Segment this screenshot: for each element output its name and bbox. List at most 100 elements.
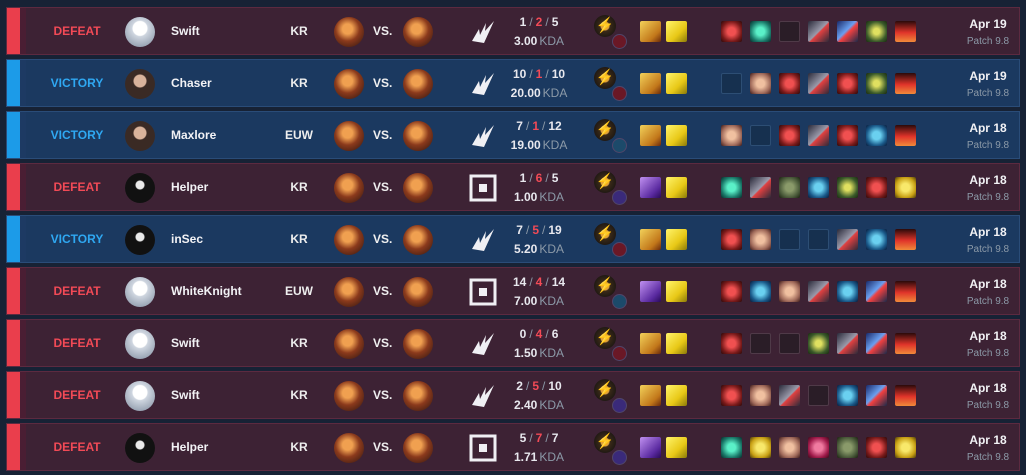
item-icon[interactable] <box>779 281 800 302</box>
summoner-spell-2-icon[interactable] <box>666 333 687 354</box>
match-row[interactable]: VICTORY Maxlore EUW VS. 7/1/12 19.00 KDA … <box>6 111 1020 159</box>
summoner-spell-1-icon[interactable] <box>640 73 661 94</box>
secondary-rune-tree-icon[interactable] <box>612 34 627 49</box>
player-avatar[interactable] <box>125 277 155 307</box>
opponent-champion-icon[interactable] <box>403 277 433 307</box>
summoner-spell-1-icon[interactable] <box>640 333 661 354</box>
secondary-rune-tree-icon[interactable] <box>612 86 627 101</box>
keystone-rune-icon[interactable]: ⚡ <box>594 327 616 349</box>
item-icon[interactable] <box>750 177 771 198</box>
summoner-spell-2-icon[interactable] <box>666 437 687 458</box>
played-champion-icon[interactable] <box>334 277 364 307</box>
player-avatar[interactable] <box>125 173 155 203</box>
match-row[interactable]: DEFEAT Swift KR VS. 1/2/5 3.00 KDA ⚡ Apr … <box>6 7 1020 55</box>
item-icon[interactable] <box>721 125 742 146</box>
item-icon[interactable] <box>866 21 887 42</box>
item-icon[interactable] <box>837 333 858 354</box>
secondary-rune-tree-icon[interactable] <box>612 190 627 205</box>
player-avatar[interactable] <box>125 69 155 99</box>
item-icon[interactable] <box>866 177 887 198</box>
item-icon[interactable] <box>866 281 887 302</box>
player-avatar[interactable] <box>125 17 155 47</box>
item-icon[interactable] <box>750 437 771 458</box>
item-icon[interactable] <box>750 281 771 302</box>
keystone-rune-icon[interactable]: ⚡ <box>594 379 616 401</box>
item-icon[interactable] <box>750 229 771 250</box>
item-icon[interactable] <box>721 229 742 250</box>
played-champion-icon[interactable] <box>334 121 364 151</box>
player-avatar[interactable] <box>125 329 155 359</box>
keystone-rune-icon[interactable]: ⚡ <box>594 223 616 245</box>
opponent-champion-icon[interactable] <box>403 17 433 47</box>
summoner-spell-2-icon[interactable] <box>666 73 687 94</box>
player-name[interactable]: inSec <box>171 216 203 262</box>
summoner-spell-2-icon[interactable] <box>666 229 687 250</box>
empty-item-slot[interactable] <box>779 333 800 354</box>
match-row[interactable]: DEFEAT Helper KR VS. 1/6/5 1.00 KDA ⚡ Apr… <box>6 163 1020 211</box>
item-icon[interactable] <box>779 385 800 406</box>
opponent-champion-icon[interactable] <box>403 225 433 255</box>
player-name[interactable]: WhiteKnight <box>171 268 242 314</box>
item-icon[interactable] <box>721 281 742 302</box>
player-name[interactable]: Swift <box>171 320 200 366</box>
item-icon[interactable] <box>808 333 829 354</box>
summoner-spell-2-icon[interactable] <box>666 125 687 146</box>
keystone-rune-icon[interactable]: ⚡ <box>594 119 616 141</box>
secondary-rune-tree-icon[interactable] <box>612 138 627 153</box>
player-avatar[interactable] <box>125 225 155 255</box>
played-champion-icon[interactable] <box>334 381 364 411</box>
player-name[interactable]: Maxlore <box>171 112 216 158</box>
item-icon[interactable] <box>808 73 829 94</box>
summoner-spell-2-icon[interactable] <box>666 177 687 198</box>
empty-item-slot[interactable] <box>808 229 829 250</box>
player-avatar[interactable] <box>125 381 155 411</box>
match-row[interactable]: DEFEAT Swift KR VS. 2/5/10 2.40 KDA ⚡ Apr… <box>6 371 1020 419</box>
keystone-rune-icon[interactable]: ⚡ <box>594 15 616 37</box>
item-icon[interactable] <box>837 73 858 94</box>
item-icon[interactable] <box>721 385 742 406</box>
summoner-spell-1-icon[interactable] <box>640 177 661 198</box>
item-icon[interactable] <box>721 437 742 458</box>
item-icon[interactable] <box>866 333 887 354</box>
empty-item-slot[interactable] <box>750 125 771 146</box>
match-row[interactable]: VICTORY Chaser KR VS. 10/1/10 20.00 KDA ⚡… <box>6 59 1020 107</box>
empty-item-slot[interactable] <box>808 385 829 406</box>
player-name[interactable]: Chaser <box>171 60 212 106</box>
opponent-champion-icon[interactable] <box>403 433 433 463</box>
opponent-champion-icon[interactable] <box>403 69 433 99</box>
summoner-spell-1-icon[interactable] <box>640 21 661 42</box>
played-champion-icon[interactable] <box>334 329 364 359</box>
item-icon[interactable] <box>721 177 742 198</box>
item-icon[interactable] <box>895 333 916 354</box>
item-icon[interactable] <box>837 125 858 146</box>
item-icon[interactable] <box>895 73 916 94</box>
item-icon[interactable] <box>721 333 742 354</box>
item-icon[interactable] <box>837 229 858 250</box>
item-icon[interactable] <box>808 21 829 42</box>
item-icon[interactable] <box>750 385 771 406</box>
played-champion-icon[interactable] <box>334 433 364 463</box>
secondary-rune-tree-icon[interactable] <box>612 450 627 465</box>
player-name[interactable]: Swift <box>171 372 200 418</box>
item-icon[interactable] <box>895 385 916 406</box>
match-row[interactable]: DEFEAT Swift KR VS. 0/4/6 1.50 KDA ⚡ Apr … <box>6 319 1020 367</box>
empty-item-slot[interactable] <box>721 73 742 94</box>
item-icon[interactable] <box>895 125 916 146</box>
opponent-champion-icon[interactable] <box>403 329 433 359</box>
player-name[interactable]: Swift <box>171 8 200 54</box>
match-row[interactable]: DEFEAT Helper KR VS. 5/7/7 1.71 KDA ⚡ Apr… <box>6 423 1020 471</box>
item-icon[interactable] <box>895 281 916 302</box>
summoner-spell-1-icon[interactable] <box>640 437 661 458</box>
item-icon[interactable] <box>895 437 916 458</box>
item-icon[interactable] <box>837 177 858 198</box>
item-icon[interactable] <box>895 21 916 42</box>
summoner-spell-1-icon[interactable] <box>640 229 661 250</box>
item-icon[interactable] <box>808 125 829 146</box>
item-icon[interactable] <box>837 21 858 42</box>
item-icon[interactable] <box>866 73 887 94</box>
item-icon[interactable] <box>779 177 800 198</box>
item-icon[interactable] <box>779 437 800 458</box>
item-icon[interactable] <box>837 385 858 406</box>
empty-item-slot[interactable] <box>779 229 800 250</box>
summoner-spell-2-icon[interactable] <box>666 385 687 406</box>
